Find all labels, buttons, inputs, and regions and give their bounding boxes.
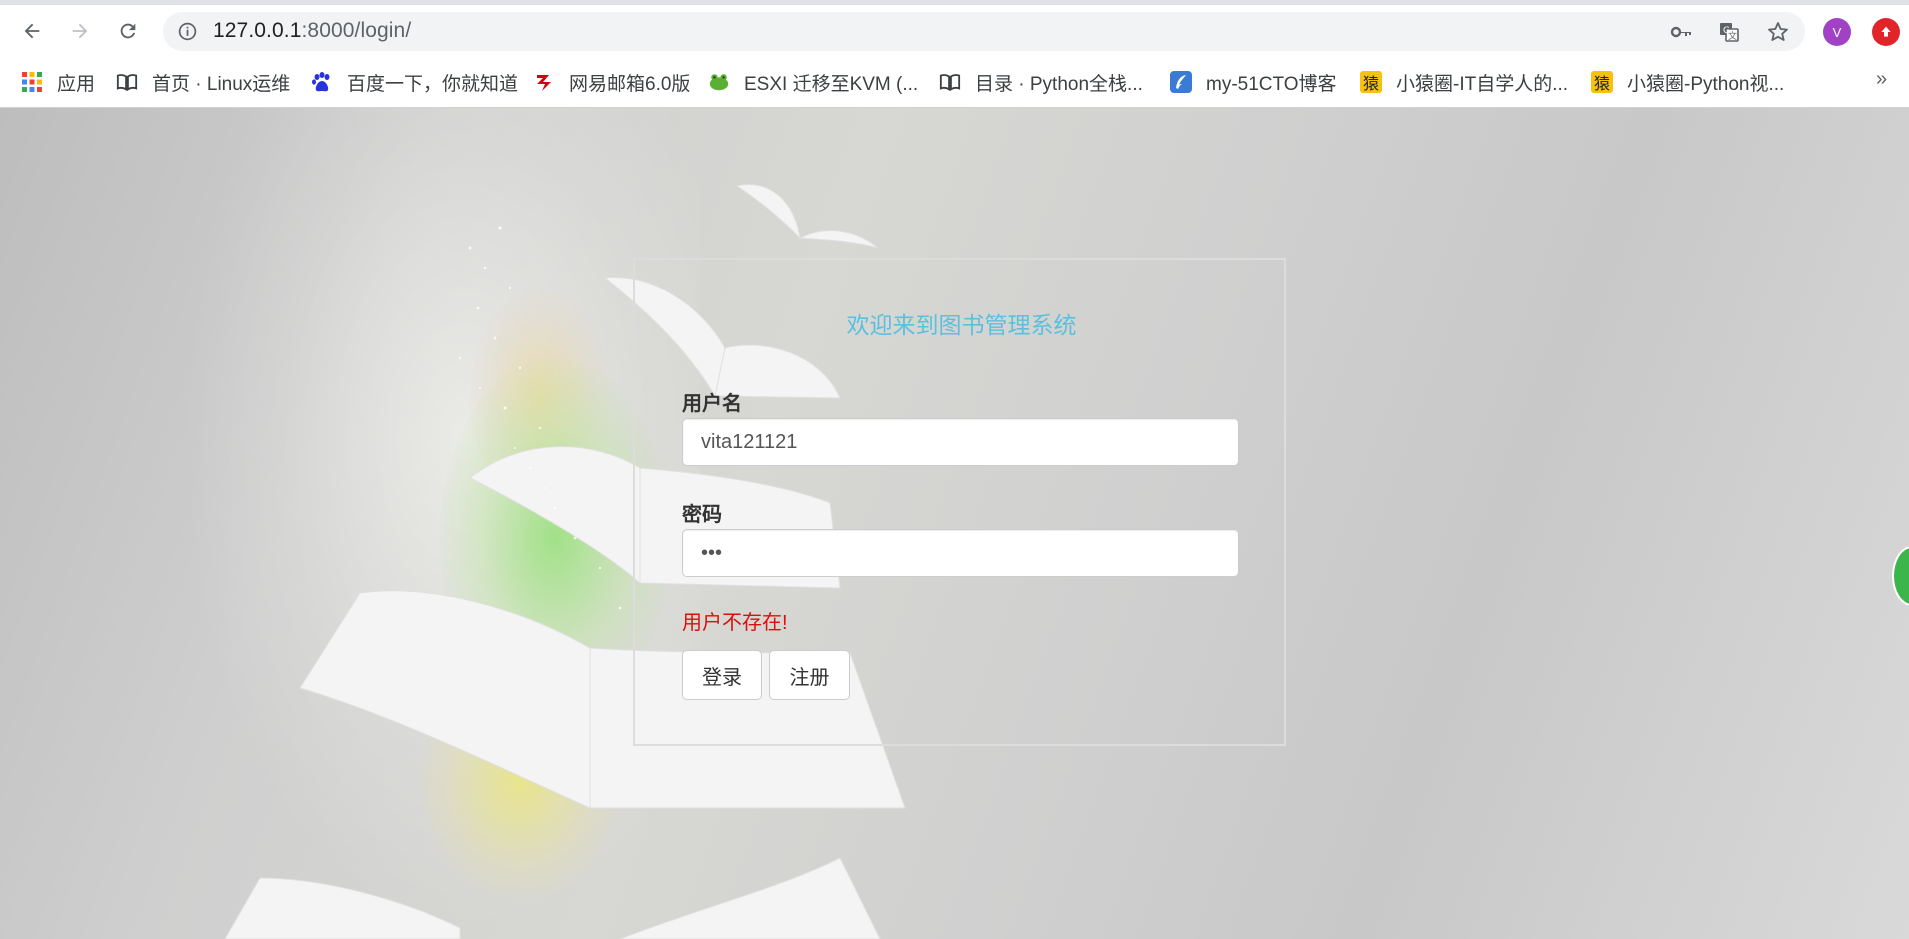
netease-mail-icon (533, 71, 555, 93)
back-button[interactable] (15, 14, 49, 48)
star-bookmark-icon[interactable] (1766, 20, 1790, 44)
bookmark-label: 目录 · Python全栈... (975, 73, 1143, 95)
bookmark-label: 首页 · Linux运维 (152, 73, 291, 95)
bookmark-linux-home[interactable]: 首页 · Linux运维 (116, 67, 290, 97)
forward-arrow-icon (72, 23, 88, 39)
book-icon (939, 71, 961, 93)
password-input[interactable]: ••• (682, 529, 1239, 577)
bookmark-label: 应用 (57, 73, 96, 95)
translate-icon[interactable]: G 文 (1717, 20, 1741, 44)
bookmarks-bar: 应用 首页 · Linux运维 百度一下，你就知道 网易邮箱6.0版 ESXI … (0, 58, 1909, 108)
bookmark-label: ESXI 迁移至KVM (... (744, 73, 919, 95)
yuanquan-icon: 猿 (1591, 71, 1613, 93)
address-bar[interactable]: 127.0.0.1:8000/login/ G 文 (163, 12, 1805, 51)
register-button[interactable]: 注册 (769, 650, 850, 700)
bookmark-esxi-kvm[interactable]: ESXI 迁移至KVM (... (708, 67, 918, 97)
bookmark-label: my-51CTO博客 (1206, 73, 1337, 95)
profile-avatar[interactable]: V (1823, 18, 1851, 46)
password-label: 密码 (682, 504, 722, 526)
baidu-paw-icon (311, 71, 333, 93)
bookmark-163-mail[interactable]: 网易邮箱6.0版 (533, 67, 690, 97)
reload-icon (120, 23, 136, 39)
login-button[interactable]: 登录 (682, 650, 762, 700)
error-message: 用户不存在! (682, 612, 788, 634)
bookmark-yuanquan-it[interactable]: 猿 小猿圈-IT自学人的... (1360, 67, 1568, 97)
bookmark-python-toc[interactable]: 目录 · Python全栈... (939, 67, 1143, 97)
book-icon (116, 71, 138, 93)
url-path: :8000/login/ (301, 19, 412, 42)
svg-text:文: 文 (1728, 30, 1737, 42)
profile-initial: V (1832, 24, 1842, 40)
key-icon[interactable] (1669, 20, 1693, 44)
browser-toolbar: 127.0.0.1:8000/login/ G 文 V (0, 5, 1909, 58)
bookmark-label: 小猿圈-IT自学人的... (1396, 73, 1569, 95)
forward-button[interactable] (63, 14, 97, 48)
yuanquan-icon: 猿 (1360, 71, 1382, 93)
bookmark-label: 小猿圈-Python视... (1627, 73, 1785, 95)
bookmark-apps[interactable]: 应用 (21, 67, 95, 97)
up-arrow-icon (1881, 26, 1891, 37)
extension-upload-icon[interactable] (1872, 18, 1900, 46)
login-page: 欢迎来到图书管理系统 用户名 vita121121 密码 ••• 用户不存在! … (0, 108, 1909, 939)
url-host: 127.0.0.1 (213, 19, 302, 42)
page-title: 欢迎来到图书管理系统 (846, 312, 1077, 338)
bookmarks-overflow-chevron-icon[interactable]: » (1876, 68, 1887, 91)
apps-grid-icon (21, 71, 43, 93)
username-label: 用户名 (682, 393, 742, 415)
bookmark-label: 网易邮箱6.0版 (569, 73, 691, 95)
site-info-icon[interactable] (177, 21, 198, 42)
bookmark-baidu[interactable]: 百度一下，你就知道 (311, 67, 518, 97)
frog-icon (708, 71, 730, 93)
reload-button[interactable] (111, 14, 145, 48)
feather-icon (1170, 71, 1192, 93)
bookmark-label: 百度一下，你就知道 (347, 73, 519, 95)
bookmark-51cto[interactable]: my-51CTO博客 (1170, 67, 1337, 97)
login-form: 欢迎来到图书管理系统 用户名 vita121121 密码 ••• 用户不存在! … (633, 258, 1286, 746)
bookmark-yuanquan-python[interactable]: 猿 小猿圈-Python视... (1591, 67, 1784, 97)
back-arrow-icon (24, 23, 40, 39)
username-input[interactable]: vita121121 (682, 418, 1239, 466)
url-text: 127.0.0.1:8000/login/ (213, 19, 411, 43)
